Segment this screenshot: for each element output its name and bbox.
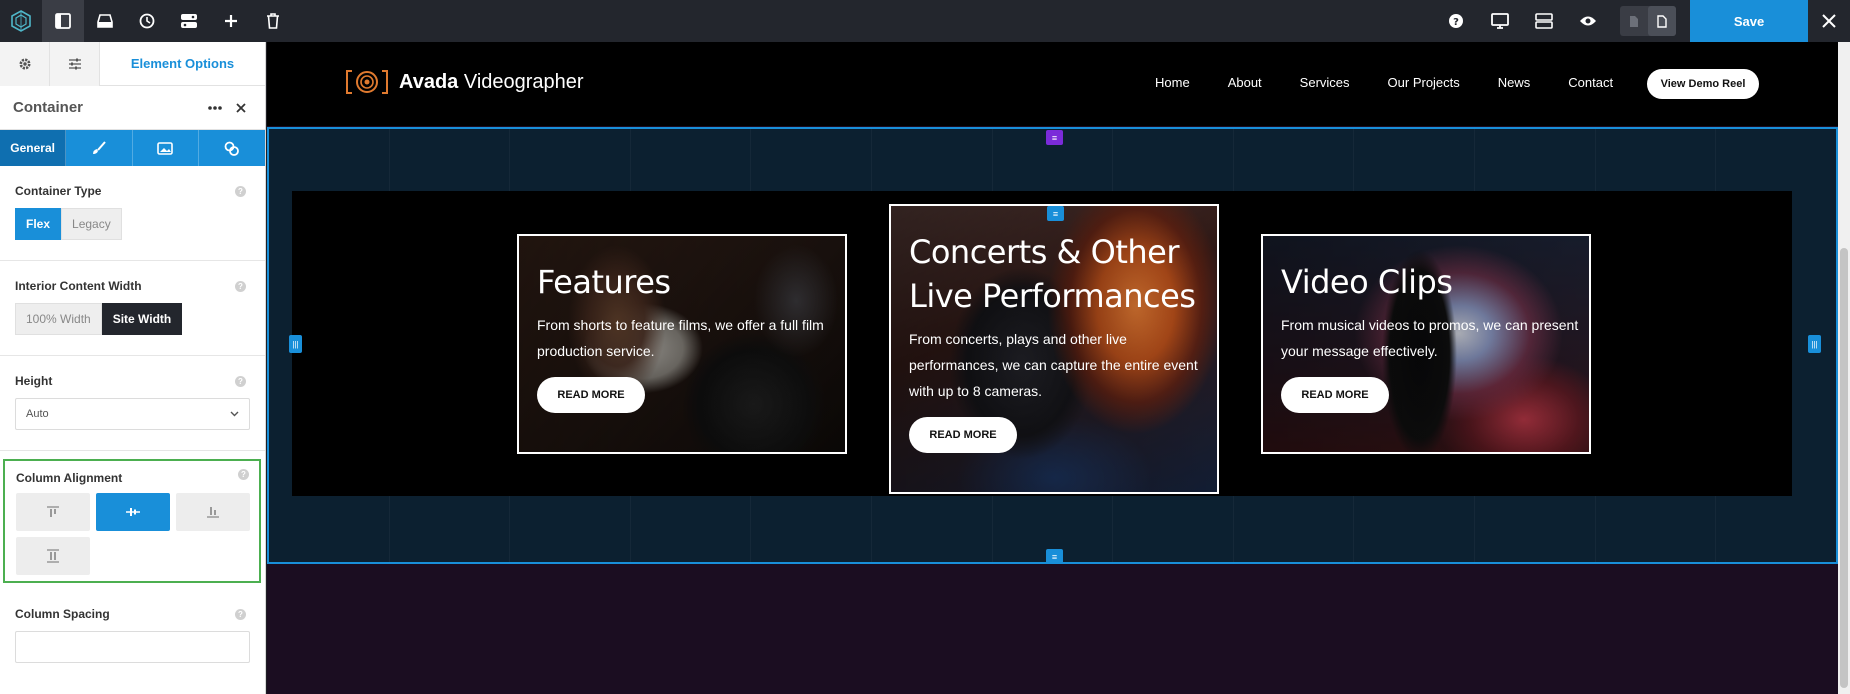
align-center-icon[interactable] [96, 493, 170, 531]
library-icon[interactable] [84, 0, 126, 42]
avada-logo-icon[interactable] [0, 0, 42, 42]
card-title: Concerts & Other Live Performances [909, 233, 1196, 315]
read-more-button[interactable]: READ MORE [909, 417, 1017, 453]
help-icon[interactable]: ? [235, 281, 246, 292]
left-drag-handle-icon[interactable]: ||| [289, 335, 302, 353]
nav-about[interactable]: About [1228, 75, 1262, 90]
close-panel-icon[interactable] [230, 97, 252, 119]
view-demo-reel-button[interactable]: View Demo Reel [1647, 69, 1759, 99]
builder-toolbar: ? Save [0, 0, 1850, 42]
column-spacing-label: Column Spacing [15, 607, 110, 621]
brand-name: Avada Videographer [399, 71, 584, 94]
options-sub-tabs: General [0, 130, 265, 166]
interior-width-label: Interior Content Width [15, 279, 142, 293]
read-more-button[interactable]: READ MORE [1281, 377, 1389, 413]
legacy-button[interactable]: Legacy [61, 208, 122, 240]
brand-rest: Videographer [458, 70, 584, 93]
card-concerts[interactable]: Concerts & Other Live Performances From … [889, 204, 1219, 494]
help-icon[interactable]: ? [235, 609, 246, 620]
column-alignment-label: Column Alignment [16, 471, 123, 485]
desktop-icon[interactable] [1478, 0, 1522, 42]
align-bottom-icon[interactable] [176, 493, 250, 531]
site-header: Avada Videographer Home About Services O… [267, 42, 1838, 126]
image-icon[interactable] [133, 130, 199, 166]
brand-bold: Avada [399, 70, 459, 93]
option-interior-width: Interior Content Width ? 100% Width Site… [0, 261, 265, 356]
scrollbar-thumb[interactable] [1840, 248, 1848, 688]
sidebar-tabs: Element Options [0, 42, 265, 86]
container-type-toggle: Flex Legacy [15, 208, 122, 240]
site-width-button[interactable]: Site Width [101, 303, 183, 335]
option-height: Height ? Auto [0, 356, 265, 451]
card-title: Features [537, 263, 671, 301]
card-features[interactable]: Features From shorts to feature films, w… [517, 234, 847, 454]
nav-services[interactable]: Services [1300, 75, 1350, 90]
full-width-button[interactable]: 100% Width [15, 303, 102, 335]
sidebar-toggle-icon[interactable] [42, 0, 84, 42]
more-options-icon[interactable] [204, 97, 226, 119]
brush-icon[interactable] [66, 130, 133, 166]
help-icon[interactable]: ? [1434, 0, 1478, 42]
option-column-alignment: Column Alignment ? [3, 459, 261, 583]
svg-text:?: ? [1453, 17, 1459, 28]
trash-icon[interactable] [252, 0, 294, 42]
container-type-label: Container Type [15, 184, 102, 198]
nav-contact[interactable]: Contact [1568, 75, 1613, 90]
help-icon[interactable]: ? [235, 186, 246, 197]
page-preview: Avada Videographer Home About Services O… [267, 42, 1850, 694]
help-icon[interactable]: ? [235, 376, 246, 387]
interior-width-toggle: 100% Width Site Width [15, 303, 183, 335]
preview-icon[interactable] [1566, 0, 1610, 42]
help-icon[interactable]: ? [238, 469, 249, 480]
card-title: Video Clips [1281, 263, 1453, 301]
tab-general[interactable]: General [0, 130, 67, 166]
right-drag-handle-icon[interactable]: ||| [1808, 335, 1821, 353]
alignment-options [16, 493, 250, 575]
extras-icon[interactable] [199, 130, 265, 166]
nav-news[interactable]: News [1498, 75, 1531, 90]
chevron-down-icon [230, 411, 239, 417]
card-text: From concerts, plays and other live perf… [909, 331, 1198, 399]
close-icon[interactable] [1808, 0, 1850, 42]
main-nav: Home About Services Our Projects News Co… [1155, 75, 1651, 90]
align-top-icon[interactable] [16, 493, 90, 531]
flex-button[interactable]: Flex [15, 208, 62, 240]
site-brand[interactable]: Avada Videographer [345, 69, 584, 95]
nav-home[interactable]: Home [1155, 75, 1190, 90]
read-more-button[interactable]: READ MORE [537, 377, 645, 413]
card-text: From musical videos to promos, we can pr… [1281, 317, 1579, 359]
align-stretch-icon[interactable] [16, 537, 90, 575]
history-icon[interactable] [126, 0, 168, 42]
column-spacing-input[interactable] [15, 631, 250, 663]
panel-title: Container [13, 99, 84, 116]
gear-icon[interactable] [0, 42, 50, 86]
height-value: Auto [26, 408, 49, 420]
save-button[interactable]: Save [1690, 0, 1808, 42]
card-video-clips[interactable]: Video Clips From musical videos to promo… [1261, 234, 1591, 454]
scrollbar[interactable] [1838, 42, 1850, 694]
camera-logo-icon [346, 70, 388, 94]
tab-element-options[interactable]: Element Options [100, 42, 265, 85]
card-text: From shorts to feature films, we offer a… [537, 317, 824, 359]
selected-container[interactable]: ≡ ||| ||| ≡ Features From shorts to feat… [267, 127, 1838, 564]
panel-header: Container [0, 86, 265, 130]
add-icon[interactable] [210, 0, 252, 42]
page-view-toggle [1620, 6, 1676, 36]
height-label: Height [15, 374, 53, 388]
nav-our-projects[interactable]: Our Projects [1388, 75, 1460, 90]
column-handle-icon[interactable]: ≡ [1047, 206, 1064, 221]
responsive-icon[interactable] [1522, 0, 1566, 42]
page-icon[interactable] [1620, 6, 1648, 36]
page-active-icon[interactable] [1648, 6, 1676, 36]
sliders-icon[interactable] [50, 42, 100, 86]
navigator-icon[interactable] [168, 0, 210, 42]
element-options-sidebar: Element Options Container General Contai… [0, 42, 266, 694]
container-handle-icon[interactable]: ≡ [1046, 130, 1063, 145]
container-bottom-handle-icon[interactable]: ≡ [1046, 549, 1063, 564]
option-column-spacing: Column Spacing ? [0, 589, 265, 683]
option-container-type: Container Type ? Flex Legacy [0, 166, 265, 261]
height-select[interactable]: Auto [15, 398, 250, 430]
